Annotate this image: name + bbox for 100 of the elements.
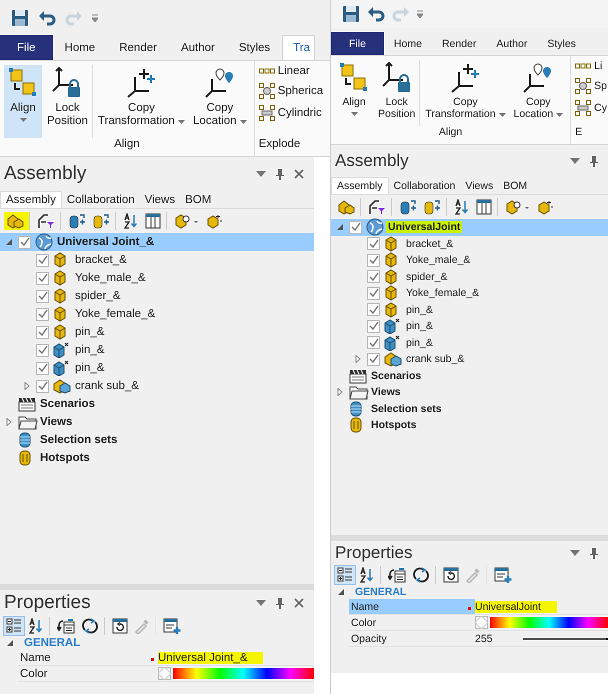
- toolbar-button[interactable]: [4, 212, 30, 230]
- ribbon-tab[interactable]: Home: [52, 35, 108, 60]
- ribbon-button[interactable]: Cy: [575, 100, 607, 116]
- toolbar-button[interactable]: [55, 617, 77, 635]
- tree-row[interactable]: UniversalJoint: [331, 219, 608, 236]
- undo-icon[interactable]: [367, 5, 385, 23]
- ribbon-tab[interactable]: Render: [107, 35, 169, 60]
- tree-row[interactable]: Yoke_female_&: [0, 305, 314, 323]
- checkbox[interactable]: [367, 320, 380, 333]
- ribbon-tab[interactable]: Styles: [226, 35, 282, 60]
- tree-row[interactable]: bracket_&: [331, 236, 608, 252]
- panel-tab[interactable]: Views: [140, 191, 180, 208]
- tree-row[interactable]: bracket_&: [0, 251, 314, 269]
- toolbar-button[interactable]: [35, 212, 61, 230]
- toolbar-button[interactable]: [110, 617, 130, 635]
- dropdown-icon[interactable]: [256, 171, 266, 177]
- tree-row[interactable]: Selection sets: [331, 400, 608, 417]
- collapsed-arrow-icon[interactable]: [354, 355, 362, 364]
- customize-icon[interactable]: [92, 14, 98, 22]
- pin-icon[interactable]: [590, 155, 598, 167]
- pin-icon[interactable]: [276, 168, 284, 180]
- panel-tab[interactable]: Collaboration: [388, 177, 460, 194]
- toolbar-button[interactable]: [79, 617, 105, 635]
- panel-tab[interactable]: Assembly: [331, 177, 389, 194]
- expanded-arrow-icon[interactable]: [5, 238, 13, 246]
- checkbox[interactable]: [367, 336, 380, 350]
- toolbar-button[interactable]: [410, 566, 436, 584]
- ribbon-button[interactable]: Align: [335, 60, 373, 126]
- expanded-arrow-icon[interactable]: [6, 639, 14, 647]
- color-spectrum[interactable]: [490, 617, 608, 628]
- panel-tab[interactable]: BOM: [498, 177, 532, 194]
- tree-row[interactable]: Selection sets: [0, 431, 314, 449]
- save-icon[interactable]: [11, 8, 29, 26]
- close-icon[interactable]: [294, 169, 304, 179]
- toolbar-button[interactable]: [161, 617, 183, 635]
- dropdown-icon[interactable]: [570, 550, 580, 556]
- collapsed-arrow-icon[interactable]: [336, 388, 344, 396]
- panel-tab[interactable]: BOM: [180, 191, 216, 208]
- file-tab[interactable]: File: [0, 35, 53, 60]
- close-icon[interactable]: [294, 598, 304, 608]
- tree-row[interactable]: crank sub_&: [331, 351, 608, 368]
- ribbon-button[interactable]: Copy Location: [190, 65, 250, 138]
- toolbar-button[interactable]: [26, 617, 50, 635]
- checkbox[interactable]: [367, 286, 380, 300]
- checkbox[interactable]: [36, 380, 49, 392]
- tree-row[interactable]: Universal Joint_&: [0, 233, 314, 251]
- tree-row[interactable]: Scenarios: [0, 395, 314, 413]
- property-name[interactable]: Color: [349, 615, 475, 630]
- property-value[interactable]: 255: [475, 632, 521, 644]
- toolbar-button[interactable]: [335, 566, 355, 584]
- ribbon-tab[interactable]: Home: [384, 32, 432, 55]
- tree-row[interactable]: Hotspots: [0, 449, 314, 467]
- panel-tab[interactable]: Assembly: [0, 191, 62, 208]
- checkbox[interactable]: [18, 236, 31, 248]
- ribbon-button[interactable]: Lock Position: [375, 60, 420, 126]
- property-name[interactable]: Opacity: [349, 631, 475, 646]
- ribbon-button[interactable]: Copy Transformation: [94, 65, 188, 138]
- tree-row[interactable]: pin_&: [0, 359, 314, 377]
- checkbox[interactable]: [36, 272, 49, 284]
- ribbon-tab[interactable]: Styles: [537, 32, 586, 55]
- property-value[interactable]: Universal Joint_&: [158, 652, 264, 664]
- toolbar-button[interactable]: [4, 617, 24, 635]
- ribbon-button[interactable]: Lock Position: [44, 65, 93, 138]
- checkbox[interactable]: [36, 308, 49, 320]
- property-name[interactable]: Name: [18, 650, 158, 665]
- ribbon-button[interactable]: Li: [575, 60, 607, 72]
- checkbox[interactable]: [367, 352, 380, 366]
- undo-icon[interactable]: [38, 8, 56, 26]
- property-name[interactable]: Name: [349, 599, 475, 614]
- ribbon-button[interactable]: Align: [4, 65, 42, 138]
- file-tab[interactable]: File: [331, 32, 384, 55]
- tree-row[interactable]: spider_&: [331, 268, 608, 285]
- tree-row[interactable]: pin_&: [0, 323, 314, 341]
- property-value[interactable]: UniversalJoint: [475, 600, 557, 612]
- tree-row[interactable]: pin_&: [0, 341, 314, 359]
- toolbar-button[interactable]: [441, 566, 461, 584]
- color-spectrum[interactable]: [173, 668, 314, 679]
- tree-row[interactable]: pin_&: [331, 318, 608, 334]
- tree-row[interactable]: pin_&: [331, 334, 608, 351]
- toolbar-button[interactable]: [366, 198, 392, 216]
- checkbox[interactable]: [367, 303, 380, 316]
- checkbox[interactable]: [36, 344, 49, 356]
- tree-row[interactable]: Yoke_male_&: [331, 252, 608, 268]
- tree-row[interactable]: Yoke_female_&: [331, 285, 608, 302]
- toolbar-button[interactable]: [386, 566, 408, 584]
- toolbar-button[interactable]: [143, 212, 167, 230]
- ribbon-tab[interactable]: Render: [432, 32, 486, 55]
- dropdown-icon[interactable]: [570, 158, 580, 164]
- ribbon-tab[interactable]: Tra: [282, 35, 315, 60]
- ribbon-button[interactable]: Sp: [575, 78, 607, 94]
- checkbox[interactable]: [36, 290, 49, 302]
- tree-row[interactable]: Hotspots: [331, 417, 608, 434]
- ribbon-tab[interactable]: Author: [486, 32, 538, 55]
- ribbon-button[interactable]: Copy Transformation: [422, 60, 508, 126]
- ribbon-button[interactable]: Cylindric: [258, 105, 324, 121]
- checkbox[interactable]: [349, 220, 362, 234]
- pin-icon[interactable]: [276, 597, 284, 609]
- tree-row[interactable]: pin_&: [331, 302, 608, 318]
- tree-row[interactable]: Yoke_male_&: [0, 269, 314, 287]
- transparent-swatch-icon[interactable]: [158, 667, 171, 680]
